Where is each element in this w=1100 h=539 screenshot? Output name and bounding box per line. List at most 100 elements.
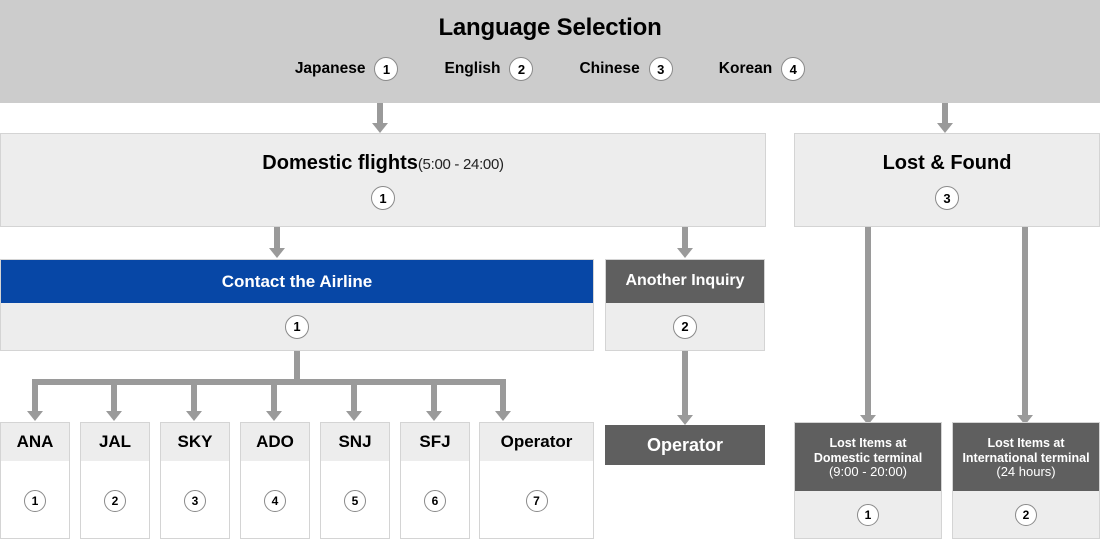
node-airline-jal[interactable]: JAL 2 bbox=[80, 422, 150, 539]
lost-items-domestic-number-badge: 1 bbox=[857, 503, 879, 526]
arrowhead-operator-tile bbox=[495, 411, 511, 421]
language-number-badge: 2 bbox=[509, 57, 534, 81]
airline-code-label: Operator bbox=[480, 423, 593, 461]
airline-number-badge: 1 bbox=[24, 489, 46, 512]
connector-drop-snj bbox=[351, 379, 357, 413]
airline-badge-wrap: 1 bbox=[1, 461, 69, 538]
airline-code-label: SKY bbox=[161, 423, 229, 461]
airline-badge-wrap: 2 bbox=[81, 461, 149, 538]
connector-drop-sfj bbox=[431, 379, 437, 413]
another-inquiry-body: 2 bbox=[606, 303, 764, 350]
connector-lostfound-to-domestic-terminal bbox=[865, 227, 871, 417]
lost-items-domestic-hours: (9:00 - 20:00) bbox=[828, 463, 908, 479]
domestic-flights-title: Domestic flights(5:00 - 24:00) bbox=[1, 134, 765, 175]
airline-number-badge: 5 bbox=[344, 489, 366, 512]
node-airline-sfj[interactable]: SFJ 6 bbox=[400, 422, 470, 539]
language-number-badge: 3 bbox=[648, 57, 673, 81]
contact-airline-label: Contact the Airline bbox=[221, 271, 373, 291]
operator-bar-label: Operator bbox=[646, 434, 724, 455]
language-label: Chinese bbox=[579, 60, 640, 77]
language-option-english[interactable]: English 2 bbox=[444, 57, 534, 81]
language-selection-flowchart: Language Selection Japanese 1 English 2 … bbox=[0, 0, 1100, 539]
arrowhead-ado bbox=[266, 411, 282, 421]
connector-header-to-domestic bbox=[377, 103, 383, 125]
node-contact-the-airline[interactable]: Contact the Airline 1 bbox=[0, 259, 594, 351]
lost-items-international-body: 2 bbox=[953, 491, 1099, 538]
arrowhead-another-inquiry bbox=[677, 248, 693, 258]
connector-contact-airline-stem bbox=[294, 351, 300, 382]
lost-found-title: Lost & Found bbox=[882, 152, 1012, 174]
node-lost-and-found[interactable]: Lost & Found 3 bbox=[794, 133, 1100, 227]
arrowhead-jal bbox=[106, 411, 122, 421]
connector-another-inquiry-to-operator bbox=[682, 351, 688, 417]
node-airline-sky[interactable]: SKY 3 bbox=[160, 422, 230, 539]
connector-domestic-to-contact-airline bbox=[274, 227, 280, 250]
connector-drop-ado bbox=[271, 379, 277, 413]
page-title: Language Selection bbox=[438, 14, 662, 41]
node-lost-items-international[interactable]: Lost Items at International terminal (24… bbox=[952, 422, 1100, 539]
language-option-chinese[interactable]: Chinese 3 bbox=[579, 57, 673, 81]
language-label: Korean bbox=[718, 60, 773, 77]
another-inquiry-strip: Another Inquiry bbox=[606, 260, 764, 303]
language-number-badge: 1 bbox=[374, 57, 399, 81]
airline-badge-wrap: 5 bbox=[321, 461, 389, 538]
connector-lostfound-to-international-terminal bbox=[1022, 227, 1028, 417]
language-number-badge: 4 bbox=[781, 57, 806, 81]
node-airline-operator[interactable]: Operator 7 bbox=[479, 422, 594, 539]
language-label: Japanese bbox=[294, 60, 366, 77]
node-domestic-flights[interactable]: Domestic flights(5:00 - 24:00) 1 bbox=[0, 133, 766, 227]
airline-badge-wrap: 6 bbox=[401, 461, 469, 538]
airline-badge-wrap: 4 bbox=[241, 461, 309, 538]
node-another-inquiry[interactable]: Another Inquiry 2 bbox=[605, 259, 765, 351]
node-operator-bar[interactable]: Operator bbox=[605, 425, 765, 465]
arrowhead-contact-airline bbox=[269, 248, 285, 258]
airline-badge-wrap: 3 bbox=[161, 461, 229, 538]
language-options-row: Japanese 1 English 2 Chinese 3 Korean 4 bbox=[0, 57, 1100, 81]
airline-badge-wrap: 7 bbox=[480, 461, 593, 538]
airline-code-label: ANA bbox=[1, 423, 69, 461]
airline-code-label: ADO bbox=[241, 423, 309, 461]
lost-items-domestic-strip: Lost Items at Domestic terminal (9:00 - … bbox=[795, 423, 941, 491]
arrowhead-operator-bar bbox=[677, 415, 693, 425]
node-airline-ana[interactable]: ANA 1 bbox=[0, 422, 70, 539]
language-option-japanese[interactable]: Japanese 1 bbox=[295, 57, 399, 81]
lost-items-international-line2: International terminal bbox=[962, 450, 1090, 465]
connector-drop-sky bbox=[191, 379, 197, 413]
airline-number-badge: 3 bbox=[184, 489, 206, 512]
arrowhead-sfj bbox=[426, 411, 442, 421]
lost-items-international-hours: (24 hours) bbox=[996, 463, 1056, 479]
node-lost-items-domestic[interactable]: Lost Items at Domestic terminal (9:00 - … bbox=[794, 422, 942, 539]
airline-number-badge: 6 bbox=[424, 489, 446, 512]
arrowhead-domestic bbox=[372, 123, 388, 133]
node-airline-ado[interactable]: ADO 4 bbox=[240, 422, 310, 539]
airline-code-label: SFJ bbox=[401, 423, 469, 461]
lost-items-international-number-badge: 2 bbox=[1015, 503, 1037, 526]
arrowhead-lost-found bbox=[937, 123, 953, 133]
airline-number-badge: 4 bbox=[264, 489, 286, 512]
domestic-flights-label: Domestic flights bbox=[262, 152, 418, 174]
contact-airline-strip: Contact the Airline bbox=[1, 260, 593, 303]
lost-items-domestic-line2: Domestic terminal bbox=[813, 450, 923, 465]
airline-number-badge: 2 bbox=[104, 489, 126, 512]
connector-header-to-lost-found bbox=[942, 103, 948, 125]
arrowhead-snj bbox=[346, 411, 362, 421]
arrowhead-sky bbox=[186, 411, 202, 421]
domestic-flights-badge-wrap: 1 bbox=[1, 186, 765, 210]
lost-items-international-strip: Lost Items at International terminal (24… bbox=[953, 423, 1099, 491]
lost-items-international-line1: Lost Items at bbox=[987, 436, 1065, 451]
domestic-flights-number-badge: 1 bbox=[371, 186, 395, 210]
connector-drop-ana bbox=[32, 379, 38, 413]
language-label: English bbox=[444, 60, 501, 77]
connector-drop-operator-tile bbox=[500, 379, 506, 413]
connector-domestic-to-another-inquiry bbox=[682, 227, 688, 250]
domestic-flights-hours: (5:00 - 24:00) bbox=[417, 156, 504, 173]
arrowhead-ana bbox=[27, 411, 43, 421]
node-airline-snj[interactable]: SNJ 5 bbox=[320, 422, 390, 539]
lost-items-domestic-body: 1 bbox=[795, 491, 941, 538]
another-inquiry-number-badge: 2 bbox=[673, 314, 697, 339]
airline-number-badge: 7 bbox=[525, 489, 548, 512]
language-option-korean[interactable]: Korean 4 bbox=[718, 57, 806, 81]
header-band: Language Selection Japanese 1 English 2 … bbox=[0, 0, 1100, 103]
airline-code-label: SNJ bbox=[321, 423, 389, 461]
lost-found-number-badge: 3 bbox=[935, 186, 959, 210]
